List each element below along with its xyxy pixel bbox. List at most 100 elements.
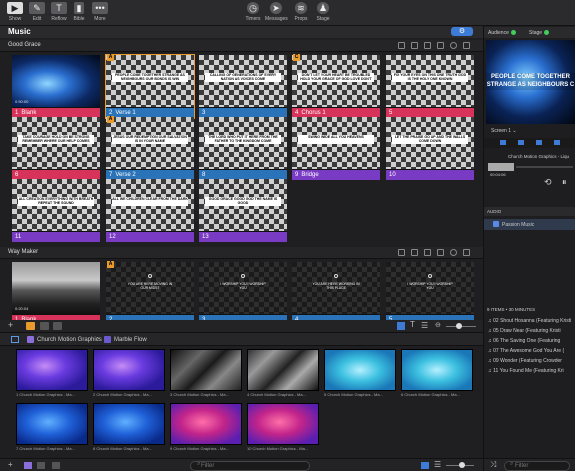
progress-track[interactable] [516, 166, 573, 168]
audio-track[interactable]: ♫ 05 Draw Near (Featuring Kristi [488, 328, 575, 334]
slide-11[interactable]: ALL CREATION EVERYTHING WITH BREATH REPE… [12, 179, 100, 242]
media-item[interactable]: 6 Church Motion Graphics - Ma... [401, 349, 473, 401]
slide-lyrics: SWING WIDE ALL YOU HEAVENS [298, 135, 374, 144]
shuffle-icon[interactable]: ⤨ [490, 460, 496, 470]
grid-icon[interactable] [437, 42, 444, 49]
zoom-slider-knob[interactable] [459, 462, 465, 468]
slide-3[interactable]: CALLING OF GENERATIONS OF EVERY NATION A… [199, 55, 287, 118]
pause-icon[interactable]: ⏸ [562, 177, 567, 188]
media-item[interactable]: 8 Church Motion Graphics - Ma... [93, 403, 165, 455]
layout-icon[interactable] [40, 322, 49, 330]
slide-5[interactable]: FIX YOUR EYES ON THIS ONE TRUTH GOD IS T… [386, 55, 474, 118]
slide-4[interactable]: YOU ARE HERE WORKING IN THIS PLACE4 [292, 262, 380, 325]
messages-button[interactable]: ➤ Messages [265, 2, 288, 22]
slide-6[interactable]: TAKE COURAGE HOLD ON BE STRONG REMEMBER … [12, 117, 100, 180]
slide-2[interactable]: YOU ARE HERE MOVING IN OUR MIDSTA2 [106, 261, 194, 325]
audio-track[interactable]: ♫ 11 You Found Me (Featuring Kri [488, 368, 575, 374]
media-item[interactable]: 9 Church Motion Graphics - Ma... [170, 403, 242, 455]
media-item[interactable]: 10 Church Motion Graphics - Ma... [247, 403, 319, 455]
tab-audience[interactable]: Audience [488, 30, 516, 36]
camera-icon[interactable] [398, 249, 405, 256]
zoom-out-icon[interactable]: ⊖ [435, 321, 441, 329]
media-view-icon[interactable] [24, 462, 32, 469]
slide-1[interactable]: 0:50:00 1 Blank [12, 55, 100, 118]
now-playing-title: Church Motion Graphics - Liqu [508, 154, 570, 159]
slide-4[interactable]: DON'T LET YOUR HEART BE TROUBLED HOLD YO… [292, 54, 380, 118]
slide-1[interactable]: 0:20:041Blank [12, 262, 100, 325]
song-title: Way Maker [8, 249, 39, 255]
media-thumbnail [170, 349, 242, 391]
media-icon[interactable] [53, 322, 62, 330]
slide-label-bar: 9 Bridge [292, 170, 380, 180]
grid-view-icon[interactable] [421, 462, 429, 469]
image-icon[interactable] [411, 249, 418, 256]
breadcrumb-item[interactable]: Church Motion Graphics [37, 337, 102, 343]
audio-filter-input[interactable]: Filter [504, 461, 570, 471]
media-item[interactable]: 2 Church Motion Graphics - Ma... [93, 349, 165, 401]
slide-8[interactable]: THE LORD WHO PUT IT HERE FROM THE FATHER… [199, 117, 287, 180]
slide-thumbnail: 0:20:04 [12, 262, 100, 314]
settings-icon[interactable] [450, 42, 457, 49]
audio-playlist-item[interactable]: Passion Music [484, 219, 575, 230]
audio-bottom-bar: ⤨ Filter ⌕ [484, 458, 575, 471]
collapse-icon[interactable] [52, 462, 60, 469]
expand-icon[interactable] [463, 249, 470, 256]
slide-lyrics: I WORSHIP YOU I WORSHIP YOU [407, 282, 453, 291]
slide-lyrics: GOOD GRACE GOOD GOD THE NAME IS GOOD [205, 197, 281, 206]
settings-icon[interactable] [450, 249, 457, 256]
timer-tab-icon[interactable] [554, 140, 560, 145]
layout-icon[interactable] [37, 462, 45, 469]
list-view-icon[interactable]: ☰ [421, 321, 428, 330]
playlist-view-icon[interactable] [26, 322, 35, 330]
slide-9[interactable]: SWING WIDE ALL YOU HEAVENS 9 Bridge [292, 117, 380, 180]
camera-icon[interactable] [398, 42, 405, 49]
reflow-button[interactable]: T Reflow [48, 2, 70, 22]
text-view-icon[interactable]: T [410, 320, 415, 329]
grid-view-icon[interactable] [397, 322, 405, 330]
media-item[interactable]: 1 Church Motion Graphics - Ma... [16, 349, 88, 401]
slide-10[interactable]: LET THE PRAISE GO UP AND THE WALLS COME … [386, 117, 474, 180]
media-item[interactable]: 3 Church Motion Graphics - Ma... [170, 349, 242, 401]
media-item[interactable]: 7 Church Motion Graphics - Ma... [16, 403, 88, 455]
bible-button[interactable]: ▮ Bible [68, 2, 90, 22]
breadcrumb-item[interactable]: Marble Flow [114, 337, 147, 343]
slide-3[interactable]: I WORSHIP YOU I WORSHIP YOU3 [199, 262, 287, 325]
slide-12[interactable]: ALL WE CHILDREN CLEAR FROM THE DARK 12 [106, 179, 194, 242]
slide-13[interactable]: GOOD GRACE GOOD GOD THE NAME IS GOOD 13 [199, 179, 287, 242]
slide-5[interactable]: I WORSHIP YOU I WORSHIP YOU5 [386, 262, 474, 325]
slide-7[interactable]: JESUS OUR REDEMPTION OUR SALVATION IS IN… [106, 116, 194, 180]
add-icon[interactable]: + [8, 460, 13, 469]
edit-button[interactable]: ✎ Edit [26, 2, 48, 22]
stack-icon[interactable] [424, 249, 431, 256]
props-button[interactable]: ≋ Props [290, 2, 312, 22]
zoom-slider-knob[interactable] [456, 323, 462, 329]
stage-button[interactable]: ♟ Stage [312, 2, 334, 22]
list-view-icon[interactable]: ☰ [434, 460, 441, 469]
more-button[interactable]: ••• More [89, 2, 111, 22]
show-button[interactable]: ▶ Show [4, 2, 26, 22]
tab-stage[interactable]: Stage [529, 30, 550, 36]
media-item[interactable]: 5 Church Motion Graphics - Ma... [324, 349, 396, 401]
audio-track[interactable]: ♫ 07 The Awesome God You Are ( [488, 348, 575, 354]
media-tab-icon[interactable] [518, 140, 524, 145]
slide-2[interactable]: PEOPLE COME TOGETHER STRANGE AS NEIGHBOU… [105, 54, 195, 119]
add-icon[interactable]: + [8, 320, 13, 330]
stack-icon[interactable] [424, 42, 431, 49]
sidebar-toggle-icon[interactable] [11, 336, 19, 343]
image-icon[interactable] [411, 42, 418, 49]
grid-icon[interactable] [437, 249, 444, 256]
audio-track[interactable]: ♫ 09 Wonder (Featuring Crowder [488, 358, 575, 364]
audio-track[interactable]: ♫ 02 Shout Hosanna (Featuring Kristi [488, 318, 575, 324]
screen-selector[interactable]: Screen 1 ⌄ [491, 128, 517, 134]
song-tools [398, 247, 478, 259]
timers-button[interactable]: ◷ Timers [242, 2, 264, 22]
rewind-icon[interactable]: ⟲ [544, 177, 552, 188]
library-settings-button[interactable]: ⚙ [451, 27, 473, 36]
media-filter-input[interactable]: Filter [190, 461, 310, 471]
expand-icon[interactable] [463, 42, 470, 49]
audio-tab-icon[interactable] [536, 140, 542, 145]
media-item[interactable]: 4 Church Motion Graphics - Ma... [247, 349, 319, 401]
media-label: 9 Church Motion Graphics - Ma... [170, 446, 229, 451]
audio-track[interactable]: ♫ 06 The Saving One (Featuring [488, 338, 575, 344]
slide-tab-icon[interactable] [500, 140, 506, 145]
